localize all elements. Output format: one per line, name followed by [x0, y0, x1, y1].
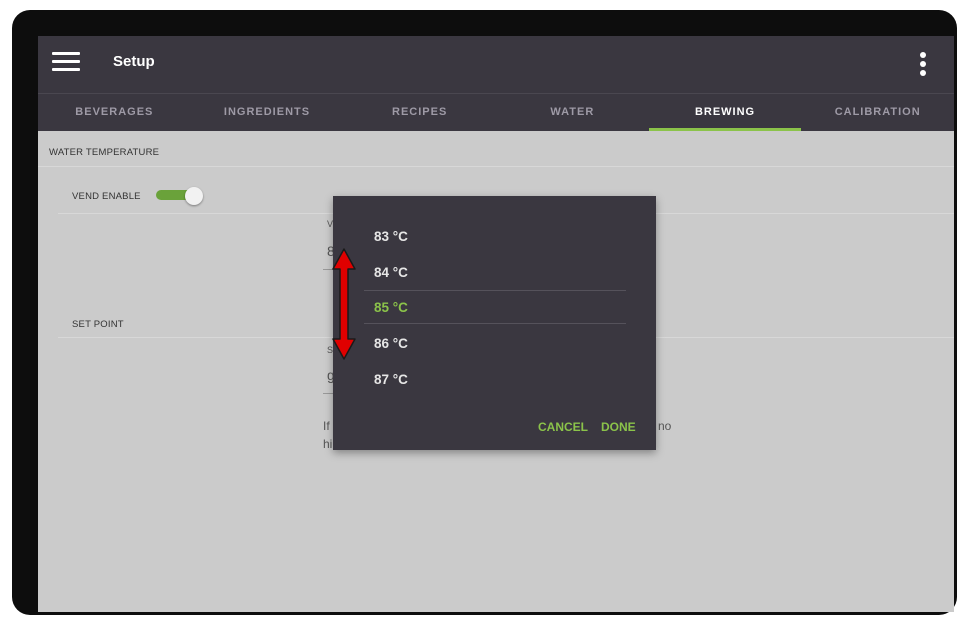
temperature-picker-dialog: 83 °C 84 °C 85 °C 86 °C 87 °C CANCEL DON…	[333, 196, 656, 450]
vend-enable-toggle[interactable]	[156, 187, 206, 205]
more-vert-icon[interactable]	[919, 52, 927, 78]
tab-recipes[interactable]: RECIPES	[343, 94, 496, 131]
tab-water[interactable]: WATER	[496, 94, 649, 131]
tablet-frame: Setup BEVERAGES INGREDIENTS RECIPES WATE…	[12, 10, 957, 615]
picker-option[interactable]: 87 °C	[374, 372, 408, 387]
picker-divider-top	[364, 290, 626, 291]
water-temperature-heading: WATER TEMPERATURE	[49, 147, 160, 158]
done-button[interactable]: DONE	[601, 420, 636, 434]
screen: Setup BEVERAGES INGREDIENTS RECIPES WATE…	[38, 36, 954, 612]
picker-option-selected[interactable]: 85 °C	[374, 300, 408, 315]
divider	[38, 166, 954, 167]
description-fragment: hi	[323, 437, 333, 451]
picker-divider-bottom	[364, 323, 626, 324]
tab-bar: BEVERAGES INGREDIENTS RECIPES WATER BREW…	[38, 94, 954, 131]
page-title: Setup	[113, 53, 155, 70]
tab-beverages[interactable]: BEVERAGES	[38, 94, 191, 131]
tab-ingredients[interactable]: INGREDIENTS	[191, 94, 344, 131]
description-fragment: If	[323, 419, 330, 433]
picker-option[interactable]: 83 °C	[374, 229, 408, 244]
tab-calibration[interactable]: CALIBRATION	[801, 94, 954, 131]
picker-option[interactable]: 84 °C	[374, 265, 408, 280]
set-point-label: SET POINT	[72, 319, 124, 330]
hamburger-menu-icon[interactable]	[52, 52, 80, 72]
app-bar: Setup	[38, 36, 954, 94]
scroll-direction-arrow-icon	[332, 248, 356, 360]
toggle-knob	[185, 187, 203, 205]
description-fragment: no	[658, 419, 672, 433]
cancel-button[interactable]: CANCEL	[538, 420, 588, 434]
tab-brewing[interactable]: BREWING	[648, 94, 802, 131]
vend-enable-label: VEND ENABLE	[72, 191, 141, 202]
picker-option[interactable]: 86 °C	[374, 336, 408, 351]
